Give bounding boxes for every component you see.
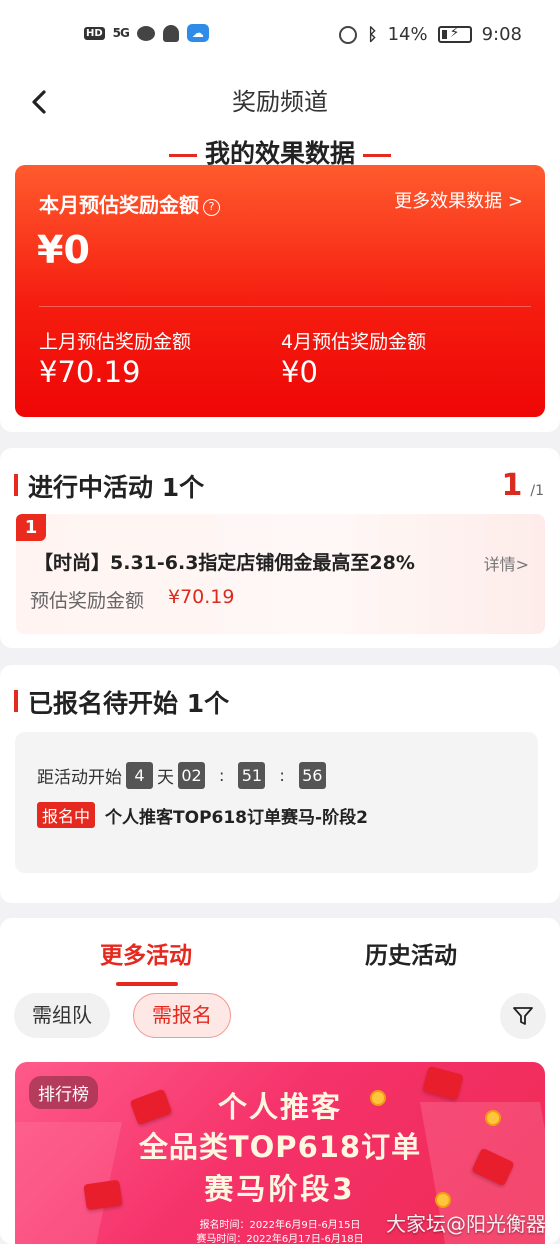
time-separator: : — [219, 766, 225, 785]
active-title: 进行中活动 1个 — [14, 468, 204, 504]
watermark: 大家坛@阳光衡器 — [386, 1212, 546, 1236]
this-month-label-wrap: 本月预估奖励金额? — [39, 189, 220, 218]
april-amount: ¥0 — [281, 355, 318, 389]
countdown-minutes: 51 — [238, 762, 266, 789]
detail-link[interactable]: 详情> — [484, 551, 529, 575]
tab-history-activities[interactable]: 历史活动 — [365, 936, 457, 970]
pager-total: /1 — [530, 483, 544, 499]
battery-icon: ⚡ — [437, 25, 472, 43]
notification-icon — [162, 24, 179, 42]
cloud-icon: ☁ — [186, 24, 209, 42]
countdown: 距活动开始 4 天 02 : 51 : 56 — [37, 762, 330, 789]
status-badge: 报名中 — [37, 802, 96, 828]
filter-icon[interactable] — [500, 993, 546, 1039]
alarm-icon — [339, 25, 358, 44]
this-month-amount: ¥0 — [37, 228, 90, 272]
divider — [39, 306, 531, 307]
bluetooth-icon: ᛒ — [367, 24, 378, 45]
hd-icon: HD — [84, 26, 105, 40]
page-title: 奖励频道 — [232, 88, 328, 116]
last-month-amount: ¥70.19 — [39, 355, 141, 389]
active-tab-indicator — [116, 982, 178, 986]
help-icon[interactable]: ? — [203, 199, 220, 216]
signed-activity-name: 个人推客TOP618订单赛马-阶段2 — [105, 807, 368, 828]
time-separator: : — [279, 766, 285, 785]
reward-card: 本月预估奖励金额? 更多效果数据 > ¥0 上月预估奖励金额 ¥70.19 4月… — [15, 165, 545, 417]
pager-current: 1 — [501, 468, 523, 503]
countdown-hours: 02 — [178, 762, 205, 789]
estimate-value: ¥70.19 — [168, 586, 235, 608]
message-icon — [136, 25, 155, 41]
banner-title-line2: 全品类TOP618订单 — [138, 1130, 422, 1164]
signal-icon: 5G — [112, 26, 130, 40]
countdown-days: 4 — [126, 762, 153, 789]
status-bar: HD 5G ☁ ᛒ 14% ⚡ 9:08 — [0, 0, 560, 72]
banner-title-line3: 赛马阶段3 — [204, 1172, 356, 1206]
active-pager: 1/1 — [502, 468, 545, 503]
nav-bar: 奖励频道 — [0, 72, 560, 132]
countdown-label: 距活动开始 — [37, 768, 122, 788]
day-unit: 天 — [157, 768, 174, 788]
banner-title-line1: 个人推客 — [217, 1090, 342, 1124]
signed-row: 报名中 个人推客TOP618订单赛马-阶段2 — [37, 802, 368, 828]
signed-title: 已报名待开始 1个 — [14, 684, 229, 720]
battery-percent: 14% — [387, 24, 428, 45]
rank-badge: 1 — [16, 514, 46, 541]
countdown-seconds: 56 — [298, 762, 326, 789]
clock: 9:08 — [481, 24, 522, 45]
active-activity-item[interactable]: 1 【时尚】5.31-6.3指定店铺佣金最高至28% 详情> 预估奖励金额 ¥7… — [16, 514, 545, 634]
signed-activity-item[interactable]: 距活动开始 4 天 02 : 51 : 56 报名中 个人推客TOP618订单赛… — [15, 732, 538, 873]
this-month-label: 本月预估奖励金额 — [39, 193, 199, 217]
april-label: 4月预估奖励金额 — [281, 331, 427, 353]
last-month-label: 上月预估奖励金额 — [39, 331, 192, 353]
activity-title: 【时尚】5.31-6.3指定店铺佣金最高至28% — [34, 552, 415, 574]
more-effect-link[interactable]: 更多效果数据 > — [394, 187, 523, 213]
filter-needs-team[interactable]: 需组队 — [14, 993, 110, 1038]
filter-needs-signup[interactable]: 需报名 — [133, 993, 231, 1038]
estimate-label: 预估奖励金额 — [30, 590, 145, 612]
tab-more-activities[interactable]: 更多活动 — [100, 936, 192, 970]
